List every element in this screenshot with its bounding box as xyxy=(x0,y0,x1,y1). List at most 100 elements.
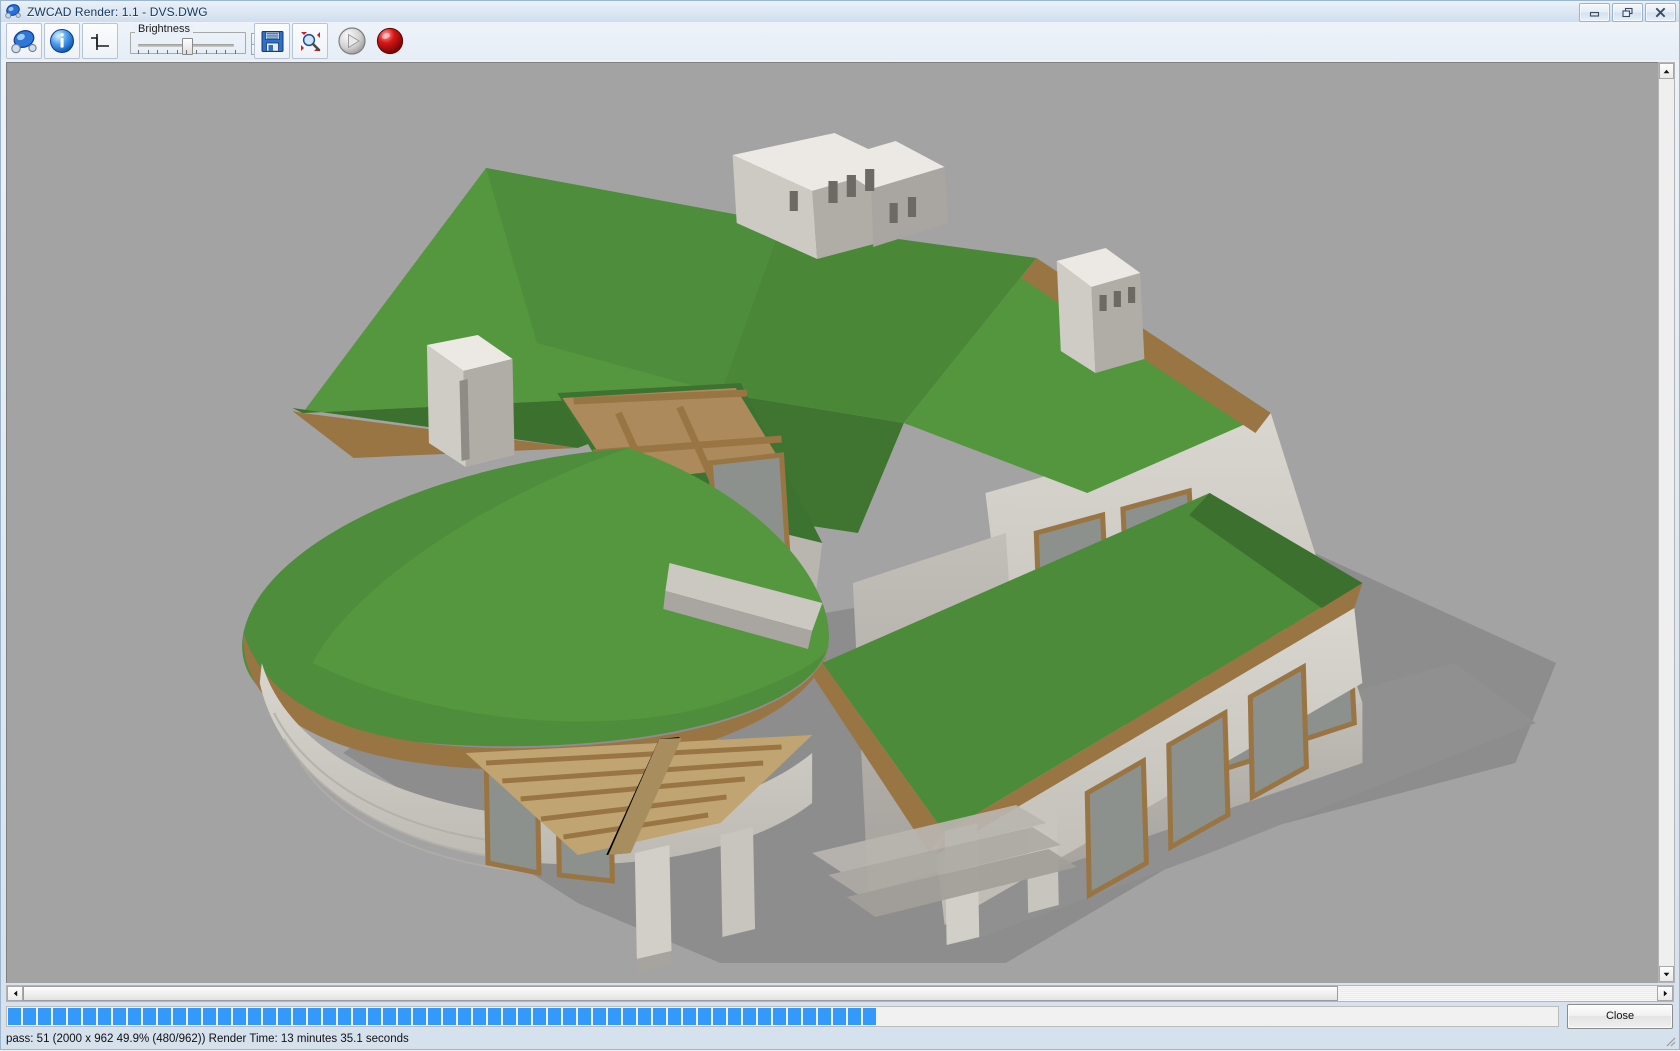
window-title: ZWCAD Render: 1.1 - DVS.DWG xyxy=(27,4,208,19)
minimize-button[interactable] xyxy=(1579,3,1610,22)
progress-segment xyxy=(698,1007,711,1025)
progress-segment xyxy=(638,1007,651,1025)
progress-segment xyxy=(863,1007,876,1025)
progress-segment xyxy=(503,1007,516,1025)
slider-tick xyxy=(147,50,149,54)
tone-curve-icon[interactable] xyxy=(82,23,118,59)
slider-tick xyxy=(205,50,207,54)
slider-tick xyxy=(138,50,139,54)
progress-segment xyxy=(8,1007,21,1025)
progress-segment xyxy=(128,1007,141,1025)
progress-segment xyxy=(368,1007,381,1025)
status-text: pass: 51 (2000 x 962 49.9% (480/962)) Re… xyxy=(6,1033,409,1045)
progress-segment xyxy=(218,1007,231,1025)
brightness-label: Brightness xyxy=(135,24,193,35)
zoom-pan-icon[interactable] xyxy=(292,23,328,59)
horizontal-scroll-thumb[interactable] xyxy=(23,985,1338,1001)
progress-fill xyxy=(8,1007,876,1025)
progress-segment xyxy=(353,1007,366,1025)
horizontal-scrollbar-row xyxy=(1,983,1679,1003)
render-progress-bar xyxy=(6,1005,1559,1027)
progress-segment xyxy=(578,1007,591,1025)
progress-segment xyxy=(53,1007,66,1025)
brightness-control[interactable]: Brightness xyxy=(130,24,286,57)
progress-segment xyxy=(758,1007,771,1025)
title-bar: ZWCAD Render: 1.1 - DVS.DWG xyxy=(1,1,1679,22)
client-area xyxy=(1,60,1679,983)
chimney-left xyxy=(426,335,515,467)
progress-segment xyxy=(323,1007,336,1025)
progress-segment xyxy=(593,1007,606,1025)
progress-segment xyxy=(398,1007,411,1025)
progress-segment xyxy=(383,1007,396,1025)
slider-tick xyxy=(225,50,227,54)
progress-segment xyxy=(173,1007,186,1025)
close-dialog-button[interactable]: Close xyxy=(1567,1003,1673,1029)
progress-segment xyxy=(458,1007,471,1025)
slider-tick xyxy=(215,50,217,54)
progress-segment xyxy=(233,1007,246,1025)
maximize-button[interactable] xyxy=(1612,3,1643,22)
info-icon[interactable] xyxy=(44,23,80,59)
progress-segment xyxy=(623,1007,636,1025)
resize-grip[interactable] xyxy=(1663,1034,1677,1048)
progress-segment xyxy=(848,1007,861,1025)
progress-segment xyxy=(548,1007,561,1025)
horizontal-scroll-track[interactable] xyxy=(1338,985,1657,1001)
progress-segment xyxy=(188,1007,201,1025)
progress-segment xyxy=(98,1007,111,1025)
slider-tick xyxy=(186,50,188,54)
vertical-scrollbar[interactable] xyxy=(1658,62,1675,983)
brightness-slider-ticks xyxy=(138,50,236,55)
progress-segment xyxy=(473,1007,486,1025)
save-image-icon[interactable] xyxy=(254,23,290,59)
progress-segment xyxy=(203,1007,216,1025)
progress-segment xyxy=(743,1007,756,1025)
slider-tick xyxy=(167,50,169,54)
progress-row: Close xyxy=(1,1003,1679,1029)
render-canvas[interactable] xyxy=(6,62,1658,983)
vertical-scroll-track[interactable] xyxy=(1659,79,1674,966)
progress-segment xyxy=(308,1007,321,1025)
progress-segment xyxy=(158,1007,171,1025)
toolbar: Brightness xyxy=(1,22,1679,60)
stop-icon[interactable] xyxy=(372,23,408,59)
window-controls xyxy=(1579,3,1676,22)
progress-segment xyxy=(338,1007,351,1025)
progress-segment xyxy=(293,1007,306,1025)
progress-segment xyxy=(608,1007,621,1025)
play-icon[interactable] xyxy=(334,23,370,59)
progress-segment xyxy=(533,1007,546,1025)
close-button[interactable] xyxy=(1645,3,1676,22)
progress-segment xyxy=(518,1007,531,1025)
progress-segment xyxy=(143,1007,156,1025)
scroll-up-arrow[interactable] xyxy=(1659,63,1674,79)
progress-segment xyxy=(83,1007,96,1025)
render-window: ZWCAD Render: 1.1 - DVS.DWG Brightness C… xyxy=(0,0,1680,1050)
progress-segment xyxy=(653,1007,666,1025)
progress-segment xyxy=(263,1007,276,1025)
horizontal-scrollbar[interactable] xyxy=(6,984,1674,1002)
progress-segment xyxy=(728,1007,741,1025)
slider-tick xyxy=(157,50,159,54)
progress-segment xyxy=(248,1007,261,1025)
progress-segment xyxy=(683,1007,696,1025)
slider-tick xyxy=(196,50,198,54)
progress-segment xyxy=(443,1007,456,1025)
progress-segment xyxy=(713,1007,726,1025)
progress-segment xyxy=(563,1007,576,1025)
progress-segment xyxy=(413,1007,426,1025)
status-bar: pass: 51 (2000 x 962 49.9% (480/962)) Re… xyxy=(1,1029,1679,1049)
progress-segment xyxy=(803,1007,816,1025)
progress-segment xyxy=(488,1007,501,1025)
slider-tick xyxy=(234,50,236,54)
zwcad-render-icon xyxy=(5,3,22,20)
progress-segment xyxy=(788,1007,801,1025)
scroll-down-arrow[interactable] xyxy=(1659,966,1674,982)
progress-segment xyxy=(38,1007,51,1025)
render-settings-icon[interactable] xyxy=(6,23,42,59)
chimney-right xyxy=(1056,248,1145,373)
scroll-left-arrow[interactable] xyxy=(7,985,23,1001)
scroll-right-arrow[interactable] xyxy=(1657,985,1673,1001)
progress-segment xyxy=(113,1007,126,1025)
